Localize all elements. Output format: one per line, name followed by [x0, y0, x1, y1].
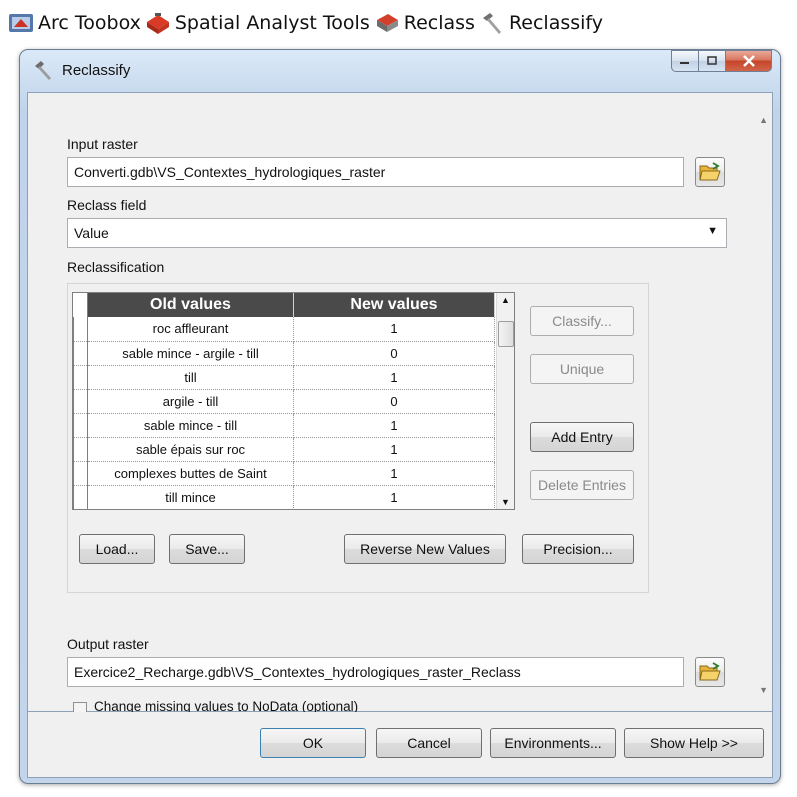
table-row[interactable]: sable mince - argile - till 0: [73, 341, 495, 366]
scroll-up-arrow-icon[interactable]: ▲: [759, 115, 768, 125]
input-raster-field[interactable]: Converti.gdb\VS_Contextes_hydrologiques_…: [67, 157, 684, 187]
close-button[interactable]: [726, 50, 772, 72]
new-value-cell[interactable]: 0: [293, 341, 495, 366]
classify-button[interactable]: Classify...: [530, 306, 634, 336]
breadcrumb: Arc Toobox Spatial Analyst Tools Reclass…: [0, 0, 797, 46]
row-selector[interactable]: [73, 365, 88, 390]
reclassify-dialog: Reclassify ▲ Input raster Converti.gdb\V…: [19, 49, 781, 784]
toolset-icon: [376, 14, 398, 32]
table-row[interactable]: roc affleurant 1: [73, 317, 495, 342]
input-raster-browse-button[interactable]: [695, 157, 725, 187]
reclassification-group: Old values New values roc affleurant 1 s: [67, 283, 649, 593]
delete-entries-button[interactable]: Delete Entries: [530, 470, 634, 500]
scroll-down-arrow-icon[interactable]: ▼: [501, 497, 510, 507]
row-selector[interactable]: [73, 461, 88, 486]
scroll-down-arrow-icon[interactable]: ▼: [759, 685, 768, 695]
table-row[interactable]: till 1: [73, 365, 495, 390]
save-button[interactable]: Save...: [169, 534, 245, 564]
reclass-table[interactable]: Old values New values roc affleurant 1 s: [72, 292, 515, 510]
breadcrumb-label: Spatial Analyst Tools: [174, 12, 370, 34]
cancel-button[interactable]: Cancel: [376, 728, 482, 758]
reclass-field-select[interactable]: Value ▼: [67, 218, 727, 248]
new-value-cell[interactable]: 0: [293, 389, 495, 414]
maximize-button[interactable]: [699, 50, 726, 72]
table-row[interactable]: argile - till 0: [73, 389, 495, 414]
row-selector[interactable]: [73, 485, 88, 509]
old-value-cell[interactable]: complexes buttes de Saint: [87, 461, 294, 486]
minimize-button[interactable]: [671, 50, 699, 72]
dialog-button-bar: OK Cancel Environments... Show Help >>: [27, 712, 773, 778]
chevron-down-icon: ▼: [707, 225, 718, 237]
table-row[interactable]: till mince 1: [73, 485, 495, 509]
ok-button[interactable]: OK: [260, 728, 366, 758]
new-value-cell[interactable]: 1: [293, 485, 495, 509]
toolbox-icon: [146, 13, 169, 34]
window-title: Reclassify: [62, 62, 131, 79]
table-row[interactable]: complexes buttes de Saint 1: [73, 461, 495, 486]
close-icon: [742, 55, 755, 67]
old-value-cell[interactable]: sable épais sur roc: [87, 437, 294, 462]
maximize-icon: [707, 56, 717, 65]
table-scrollbar[interactable]: ▲ ▼: [496, 293, 514, 509]
breadcrumb-item-spatial-analyst[interactable]: Spatial Analyst Tools: [145, 10, 370, 36]
precision-button[interactable]: Precision...: [522, 534, 634, 564]
scroll-up-arrow-icon[interactable]: ▲: [501, 295, 510, 305]
new-value-cell[interactable]: 1: [293, 461, 495, 486]
output-raster-browse-button[interactable]: [695, 657, 725, 687]
old-value-cell[interactable]: till mince: [87, 485, 294, 509]
unique-button[interactable]: Unique: [530, 354, 634, 384]
old-values-header: Old values: [87, 293, 294, 317]
row-selector[interactable]: [73, 317, 88, 342]
minimize-icon: [680, 62, 689, 64]
hammer-icon: [482, 13, 501, 34]
reclass-field-label: Reclass field: [67, 197, 147, 213]
breadcrumb-item-reclass[interactable]: Reclass: [374, 10, 475, 36]
new-value-cell[interactable]: 1: [293, 413, 495, 438]
row-selector-header: [73, 293, 88, 317]
open-folder-icon: [699, 662, 721, 681]
scrollbar-thumb[interactable]: [498, 321, 514, 347]
breadcrumb-label: Reclass: [403, 12, 475, 34]
old-value-cell[interactable]: till: [87, 365, 294, 390]
dialog-body: ▲ Input raster Converti.gdb\VS_Contextes…: [27, 92, 773, 716]
row-selector[interactable]: [73, 413, 88, 438]
open-folder-icon: [699, 162, 721, 181]
input-raster-label: Input raster: [67, 136, 138, 152]
new-value-cell[interactable]: 1: [293, 437, 495, 462]
breadcrumb-item-arctoolbox[interactable]: Arc Toobox: [8, 10, 141, 36]
show-help-button[interactable]: Show Help >>: [624, 728, 764, 758]
new-values-header: New values: [293, 293, 495, 317]
hammer-icon: [35, 61, 51, 80]
title-bar[interactable]: Reclassify: [20, 50, 780, 92]
load-button[interactable]: Load...: [79, 534, 155, 564]
environments-button[interactable]: Environments...: [490, 728, 616, 758]
reclassification-label: Reclassification: [67, 259, 165, 275]
old-value-cell[interactable]: sable mince - argile - till: [87, 341, 294, 366]
add-entry-button[interactable]: Add Entry: [530, 422, 634, 452]
breadcrumb-item-reclassify[interactable]: Reclassify: [479, 10, 603, 36]
arctoolbox-icon: [9, 14, 33, 32]
output-raster-label: Output raster: [67, 636, 149, 652]
table-row[interactable]: sable épais sur roc 1: [73, 437, 495, 462]
table-row[interactable]: sable mince - till 1: [73, 413, 495, 438]
old-value-cell[interactable]: argile - till: [87, 389, 294, 414]
old-value-cell[interactable]: roc affleurant: [87, 317, 294, 342]
breadcrumb-label: Reclassify: [508, 12, 604, 34]
new-value-cell[interactable]: 1: [293, 365, 495, 390]
output-raster-field[interactable]: Exercice2_Recharge.gdb\VS_Contextes_hydr…: [67, 657, 684, 687]
breadcrumb-label: Arc Toobox: [38, 12, 141, 34]
row-selector[interactable]: [73, 389, 88, 414]
reverse-new-values-button[interactable]: Reverse New Values: [344, 534, 506, 564]
reclass-field-value: Value: [74, 225, 109, 241]
old-value-cell[interactable]: sable mince - till: [87, 413, 294, 438]
row-selector[interactable]: [73, 437, 88, 462]
new-value-cell[interactable]: 1: [293, 317, 495, 342]
row-selector[interactable]: [73, 341, 88, 366]
